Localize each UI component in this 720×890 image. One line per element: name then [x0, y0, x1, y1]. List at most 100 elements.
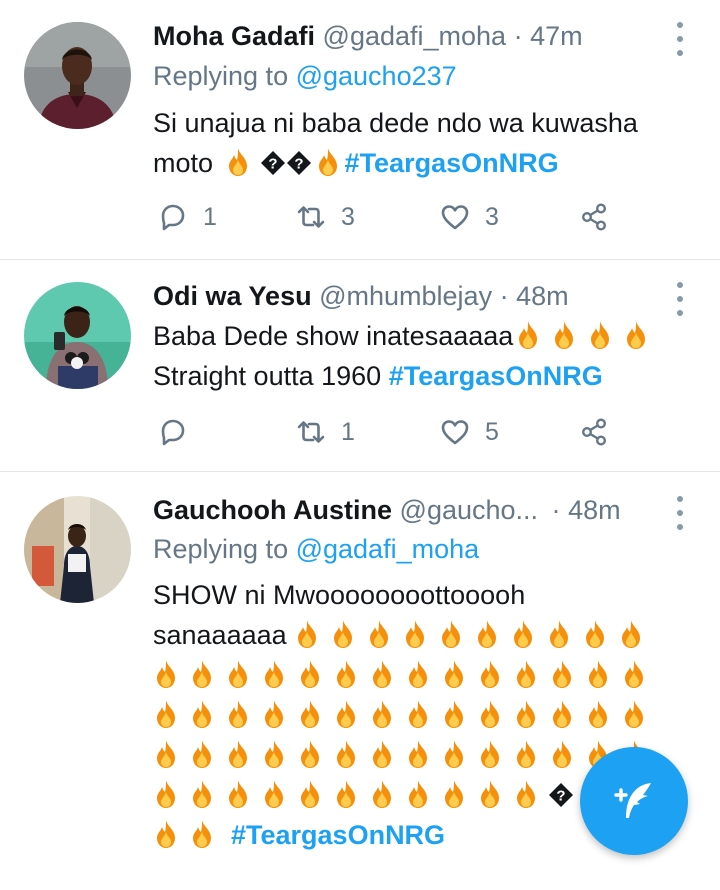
unknown-glyph-icon [287, 146, 311, 170]
retweet-count: 3 [341, 202, 355, 231]
retweet-icon [295, 416, 327, 448]
tweet-1[interactable]: Moha Gadafi @gadafi_moha · 47m Replying … [0, 0, 720, 260]
like-count: 5 [485, 417, 499, 446]
retweet-button[interactable]: 1 [295, 412, 355, 452]
display-name[interactable]: Gauchooh Austine [153, 495, 392, 525]
fire-emoji [153, 739, 181, 769]
fire-emoji [623, 320, 651, 350]
fire-emoji [261, 699, 289, 729]
hashtag-link[interactable]: #TeargasOnNRG [389, 361, 603, 391]
reply-button[interactable]: 1 [157, 197, 217, 237]
fire-emoji-group [294, 620, 654, 650]
tweet-text-line: Straight outta 1960 #TeargasOnNRG [153, 356, 698, 396]
tweet-text-fragment: sanaaaaaa [153, 620, 287, 650]
fire-emoji [402, 619, 430, 649]
display-name[interactable]: Moha Gadafi [153, 21, 315, 51]
avatar[interactable] [24, 496, 131, 603]
fire-emoji [513, 699, 541, 729]
fire-emoji [315, 147, 343, 177]
fire-emoji [549, 699, 577, 729]
retweet-button[interactable]: 3 [295, 197, 355, 237]
fire-emoji-row [153, 695, 698, 735]
fire-emoji [153, 699, 181, 729]
fire-emoji [153, 659, 181, 689]
fire-emoji [621, 699, 649, 729]
reply-mention-link[interactable]: @gaucho237 [296, 61, 457, 91]
fire-emoji [477, 699, 505, 729]
tweet-text-fragment: moto [153, 148, 214, 178]
avatar[interactable] [24, 282, 131, 389]
fire-emoji [621, 659, 649, 689]
fire-emoji [477, 779, 505, 809]
fire-emoji [587, 320, 615, 350]
tweet-actions: 1 3 3 [153, 197, 623, 237]
fire-emoji [294, 619, 322, 649]
share-icon [578, 201, 610, 233]
hashtag-link[interactable]: #TeargasOnNRG [231, 820, 445, 850]
fire-emoji [546, 619, 574, 649]
user-handle[interactable]: @gadafi_moha [323, 21, 507, 51]
unknown-glyph-icon [549, 778, 573, 802]
fire-emoji [405, 779, 433, 809]
fire-emoji [153, 819, 181, 849]
compose-tweet-button[interactable] [580, 747, 688, 855]
fire-emoji [585, 699, 613, 729]
fire-emoji [189, 699, 217, 729]
fire-emoji [515, 320, 543, 350]
share-button[interactable] [578, 412, 610, 452]
fire-emoji [369, 739, 397, 769]
reply-mention-link[interactable]: @gadafi_moha [296, 534, 480, 564]
tweet-text-fragment: Baba Dede show inatesaaaaa [153, 321, 514, 351]
fire-emoji [513, 739, 541, 769]
fire-emoji [618, 619, 646, 649]
replying-prefix: Replying to [153, 534, 296, 564]
replying-to: Replying to @gaucho237 [153, 57, 457, 95]
timestamp[interactable]: 48m [516, 281, 569, 311]
fire-emoji [297, 739, 325, 769]
separator-dot: · [551, 495, 561, 525]
fire-emoji [153, 779, 181, 809]
fire-emoji [366, 619, 394, 649]
reply-count: 1 [203, 202, 217, 231]
like-button[interactable]: 3 [439, 197, 499, 237]
share-button[interactable] [578, 197, 610, 237]
user-handle[interactable]: @mhumblejay [319, 281, 492, 311]
display-name[interactable]: Odi wa Yesu [153, 281, 312, 311]
fire-emoji [225, 779, 253, 809]
unknown-glyph-icon [261, 146, 285, 170]
timestamp[interactable]: 47m [530, 21, 583, 51]
fire-emoji [333, 779, 361, 809]
fire-emoji [510, 619, 538, 649]
timestamp[interactable]: 48m [568, 495, 621, 525]
tweet-text-line: moto #TeargasOnNRG [153, 143, 698, 183]
more-options-icon[interactable] [668, 496, 692, 530]
tweet-text: Si unajua ni baba dede ndo wa kuwasha mo… [153, 103, 698, 183]
avatar[interactable] [24, 22, 131, 129]
fire-emoji [261, 739, 289, 769]
heart-icon [439, 416, 471, 448]
replying-prefix: Replying to [153, 61, 296, 91]
like-button[interactable]: 5 [439, 412, 499, 452]
fire-emoji-row [153, 655, 698, 695]
fire-emoji [369, 659, 397, 689]
more-options-icon[interactable] [668, 282, 692, 316]
fire-emoji [333, 659, 361, 689]
user-handle[interactable]: @gaucho... [400, 495, 539, 525]
tweet-2[interactable]: Odi wa Yesu @mhumblejay · 48m Baba Dede … [0, 260, 720, 472]
fire-emoji [513, 779, 541, 809]
reply-icon [157, 201, 189, 233]
fire-emoji [369, 779, 397, 809]
tweet-header: Moha Gadafi @gadafi_moha · 47m [153, 16, 660, 56]
more-options-icon[interactable] [668, 22, 692, 56]
fire-emoji [441, 659, 469, 689]
fire-emoji [189, 659, 217, 689]
separator-dot: · [499, 281, 509, 311]
share-icon [578, 416, 610, 448]
fire-emoji [333, 739, 361, 769]
tweet-text-fragment: Straight outta 1960 [153, 361, 382, 391]
hashtag-link[interactable]: #TeargasOnNRG [345, 148, 559, 178]
fire-emoji [513, 659, 541, 689]
reply-button[interactable] [157, 412, 203, 452]
fire-emoji [585, 659, 613, 689]
fire-emoji [261, 659, 289, 689]
